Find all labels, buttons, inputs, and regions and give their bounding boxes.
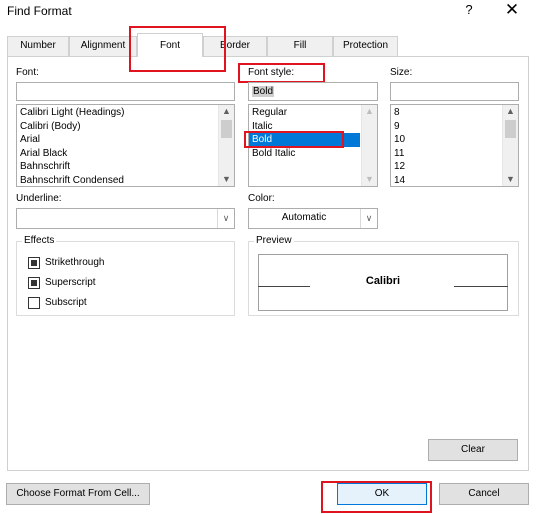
underline-label: Underline: bbox=[16, 193, 62, 204]
preview-title: Preview bbox=[254, 235, 294, 246]
subscript-checkbox[interactable] bbox=[28, 297, 40, 309]
effects-title: Effects bbox=[22, 235, 57, 246]
underline-dropdown[interactable]: ∨ bbox=[16, 208, 235, 229]
size-list-item[interactable]: 10 bbox=[391, 133, 501, 147]
font-list-item[interactable]: Calibri (Body) bbox=[17, 120, 217, 134]
font-list[interactable]: Calibri Light (Headings) Calibri (Body) … bbox=[16, 104, 235, 187]
size-list-item[interactable]: 12 bbox=[391, 160, 501, 174]
close-button[interactable]: ✕ bbox=[503, 0, 521, 20]
font-list-item[interactable]: Arial bbox=[17, 133, 217, 147]
scroll-up-icon[interactable]: ▲ bbox=[503, 105, 518, 118]
annotation-font-tab bbox=[129, 26, 226, 72]
size-list-item[interactable]: 14 bbox=[391, 174, 501, 187]
size-list[interactable]: 8 9 10 11 12 14 ▲ ▼ bbox=[390, 104, 519, 187]
clear-button[interactable]: Clear bbox=[428, 439, 518, 461]
font-list-scrollbar[interactable]: ▲ ▼ bbox=[218, 105, 234, 186]
size-list-item[interactable]: 8 bbox=[391, 106, 501, 120]
color-value: Automatic bbox=[281, 212, 327, 223]
size-input[interactable] bbox=[390, 82, 519, 101]
scroll-thumb[interactable] bbox=[505, 120, 516, 138]
tab-fill[interactable]: Fill bbox=[267, 36, 333, 56]
scroll-up-icon[interactable]: ▲ bbox=[219, 105, 234, 118]
font-style-list-item[interactable]: Regular bbox=[249, 106, 360, 120]
font-input[interactable] bbox=[16, 82, 235, 101]
font-list-item[interactable]: Bahnschrift Condensed bbox=[17, 174, 217, 187]
preview-sample-text: Calibri bbox=[365, 275, 401, 287]
scroll-thumb[interactable] bbox=[221, 120, 232, 138]
size-list-scrollbar[interactable]: ▲ ▼ bbox=[502, 105, 518, 186]
size-list-item[interactable]: 9 bbox=[391, 120, 501, 134]
scroll-down-icon[interactable]: ▼ bbox=[219, 173, 234, 186]
strikethrough-checkbox[interactable] bbox=[28, 257, 40, 269]
scroll-down-icon[interactable]: ▼ bbox=[503, 173, 518, 186]
font-list-item[interactable]: Bahnschrift bbox=[17, 160, 217, 174]
help-button[interactable]: ? bbox=[463, 2, 475, 17]
font-list-item[interactable]: Calibri Light (Headings) bbox=[17, 106, 217, 120]
size-list-item[interactable]: 11 bbox=[391, 147, 501, 161]
tab-alignment[interactable]: Alignment bbox=[69, 36, 137, 56]
size-label: Size: bbox=[390, 67, 413, 78]
chevron-down-icon[interactable]: ∨ bbox=[217, 209, 234, 228]
font-style-input[interactable]: Bold bbox=[248, 82, 378, 101]
color-dropdown[interactable]: Automatic ∨ bbox=[248, 208, 378, 229]
font-label: Font: bbox=[16, 67, 39, 78]
font-list-item[interactable]: Arial Black bbox=[17, 147, 217, 161]
annotation-ok-button bbox=[321, 481, 432, 513]
annotation-font-style-label bbox=[238, 63, 325, 83]
scroll-up-icon[interactable]: ▲ bbox=[362, 105, 377, 118]
superscript-checkbox[interactable] bbox=[28, 277, 40, 289]
font-style-list-scrollbar[interactable]: ▲ ▼ bbox=[361, 105, 377, 186]
title-bar bbox=[0, 0, 537, 26]
cancel-button[interactable]: Cancel bbox=[439, 483, 529, 505]
font-style-input-text: Bold bbox=[252, 86, 275, 97]
choose-format-from-cell-button[interactable]: Choose Format From Cell... bbox=[6, 483, 150, 505]
tab-number[interactable]: Number bbox=[7, 36, 69, 56]
strikethrough-label[interactable]: Strikethrough bbox=[45, 257, 104, 268]
scroll-down-icon[interactable]: ▼ bbox=[362, 173, 377, 186]
tab-protection[interactable]: Protection bbox=[333, 36, 398, 56]
font-style-list-item[interactable]: Bold Italic bbox=[249, 147, 360, 161]
color-label: Color: bbox=[248, 193, 275, 204]
superscript-label[interactable]: Superscript bbox=[45, 277, 96, 288]
window-title: Find Format bbox=[7, 4, 72, 18]
chevron-down-icon[interactable]: ∨ bbox=[360, 209, 377, 228]
annotation-bold-item bbox=[244, 131, 344, 148]
subscript-label[interactable]: Subscript bbox=[45, 297, 87, 308]
